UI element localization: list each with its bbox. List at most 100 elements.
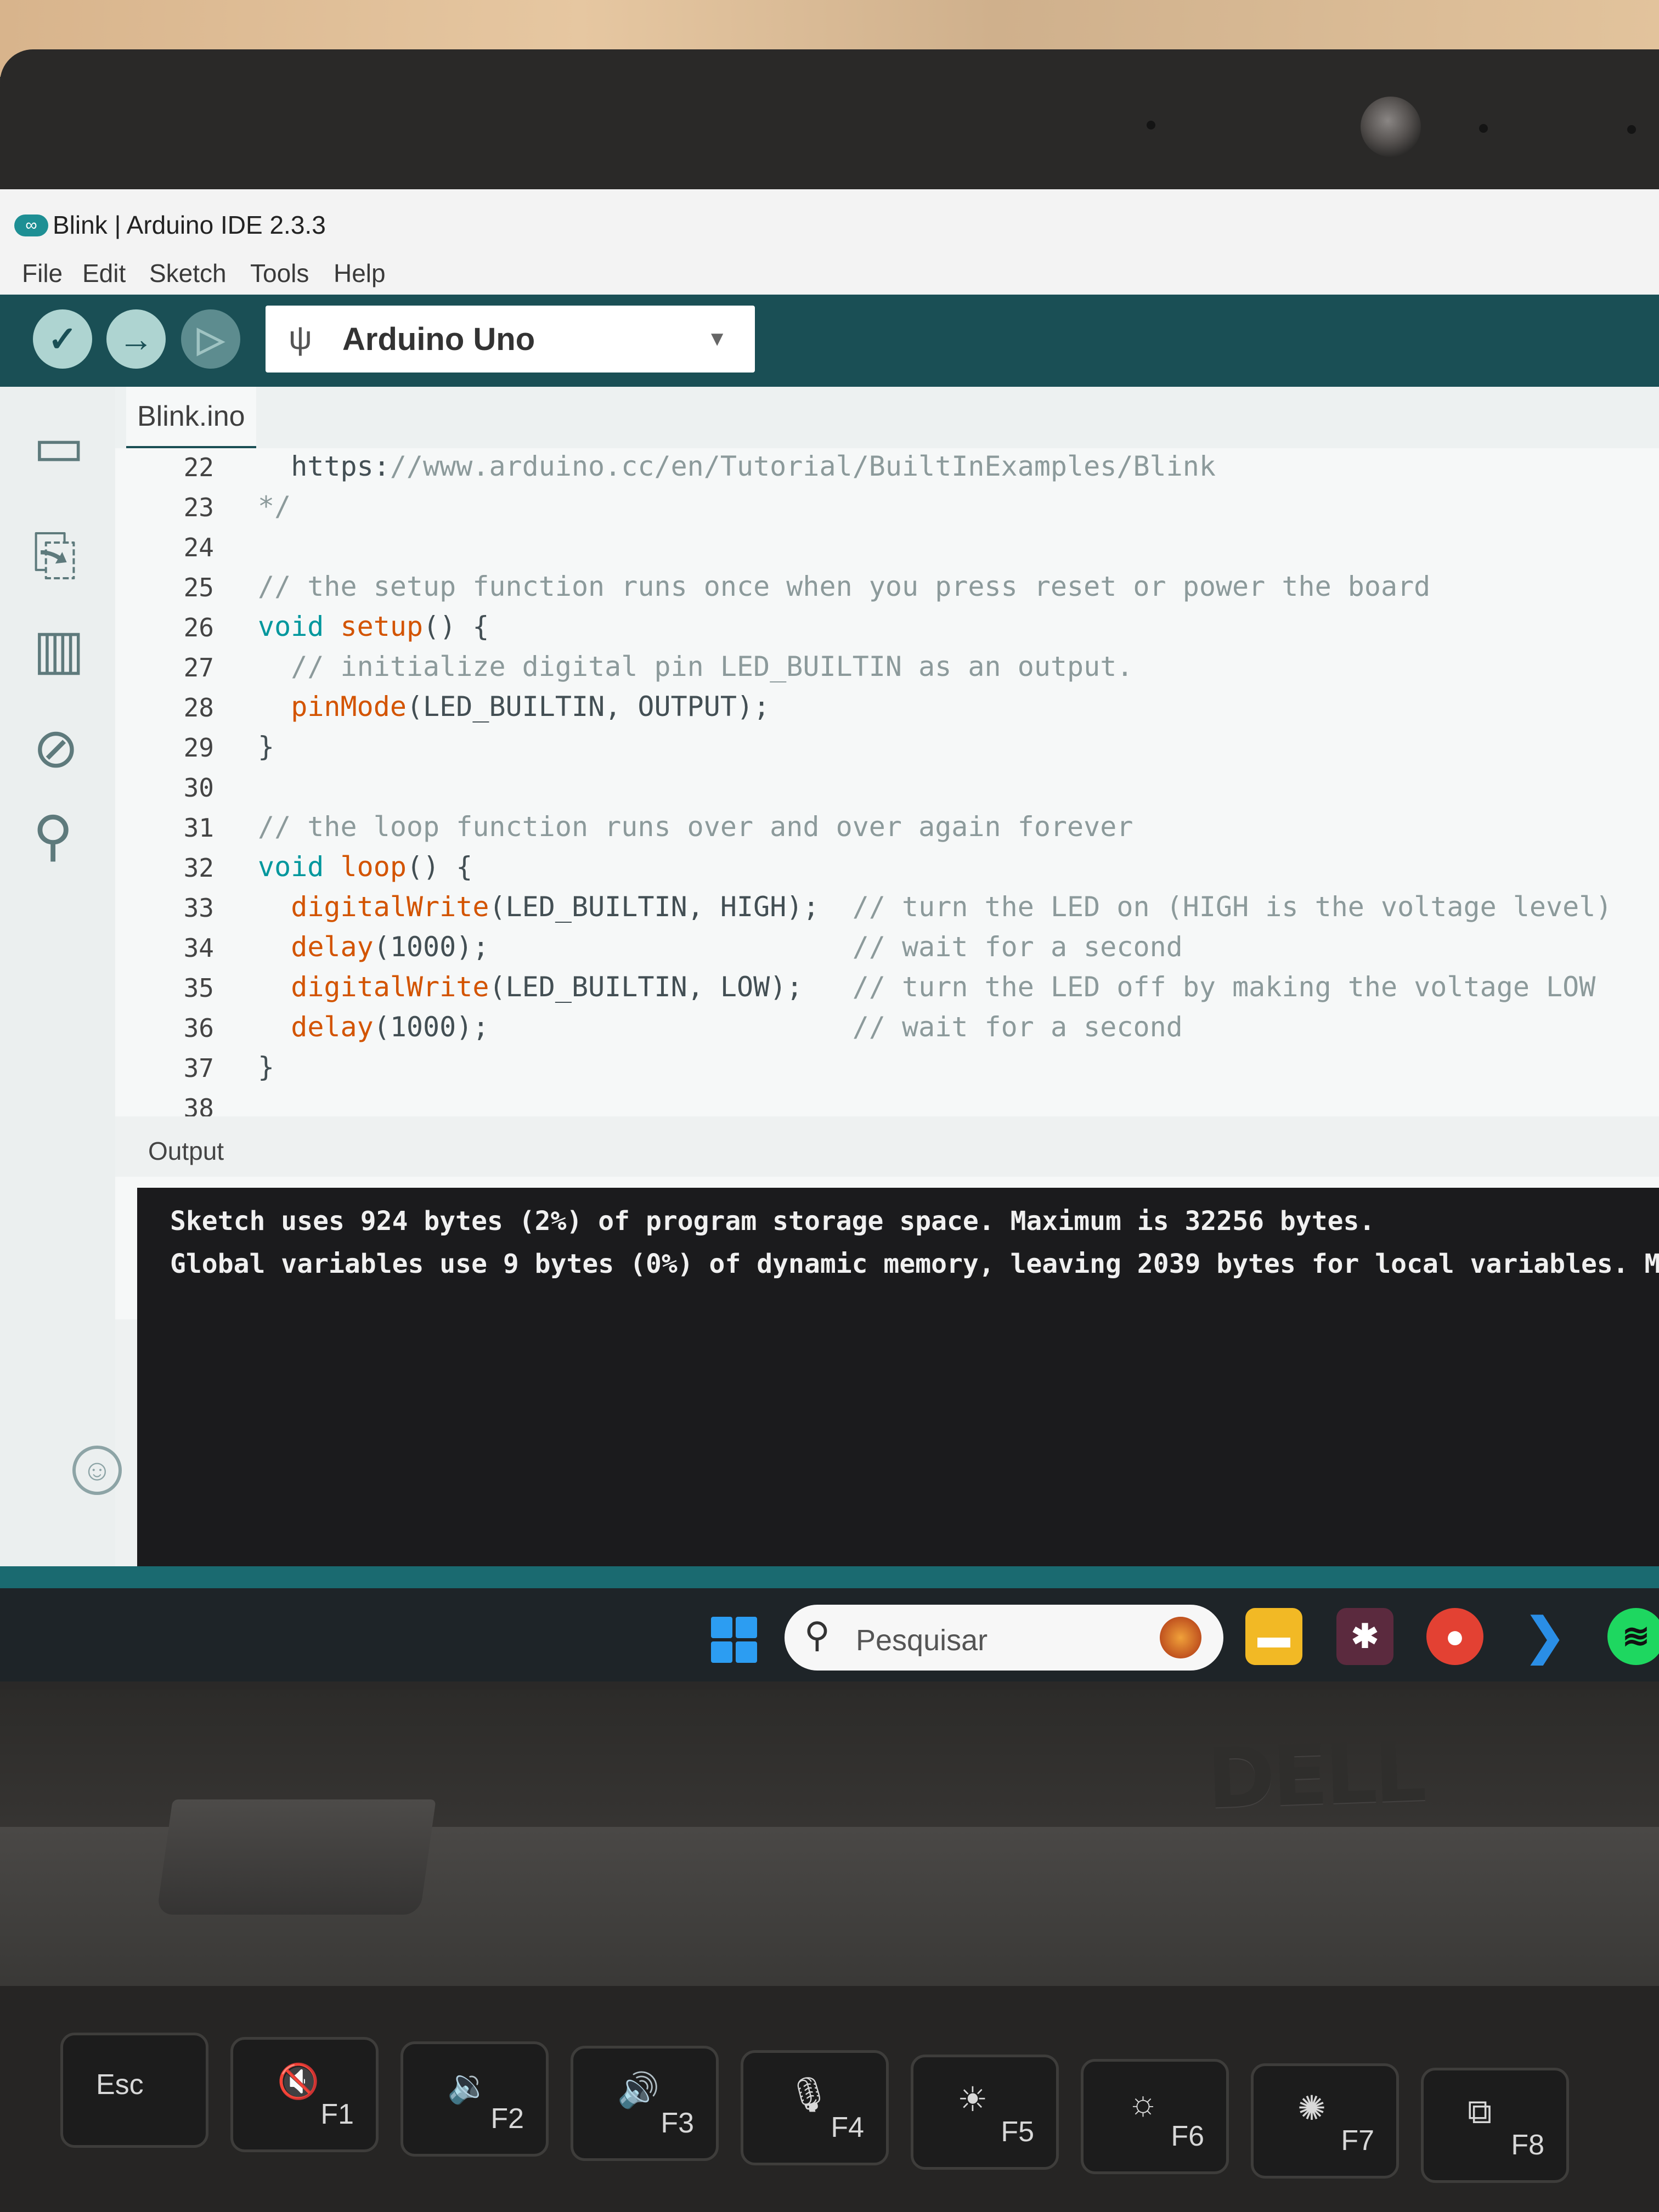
- slack-icon[interactable]: ✱: [1336, 1608, 1393, 1665]
- laptop-hinge: [156, 1799, 436, 1915]
- key-f6[interactable]: ☼ F6: [1081, 2059, 1229, 2174]
- line-number: 35: [183, 973, 214, 1003]
- key-label: F6: [1171, 2120, 1204, 2152]
- spotify-icon[interactable]: ≋: [1607, 1608, 1659, 1665]
- code-text: pinMode(LED_BUILTIN, OUTPUT);: [291, 691, 770, 723]
- code-line[interactable]: 37}: [115, 1049, 1659, 1087]
- code-line[interactable]: 27 // initialize digital pin LED_BUILTIN…: [115, 648, 1659, 687]
- camera-sensor-far: [1627, 125, 1636, 134]
- line-number: 31: [183, 813, 214, 843]
- search-icon[interactable]: ⚲: [33, 804, 73, 868]
- code-text: digitalWrite(LED_BUILTIN, LOW); // turn …: [291, 971, 1596, 1003]
- code-line[interactable]: 29}: [115, 729, 1659, 767]
- code-line[interactable]: 24: [115, 528, 1659, 567]
- output-panel-header: Output: [115, 1116, 1659, 1177]
- code-text: delay(1000); // wait for a second: [291, 931, 1183, 963]
- boards-manager-icon[interactable]: ⎘: [33, 524, 77, 588]
- usb-icon: ψ: [289, 319, 312, 356]
- line-number: 27: [183, 653, 214, 682]
- camera-sensor-left: [1147, 121, 1155, 129]
- code-line[interactable]: 31 // the loop function runs over and ove…: [115, 809, 1659, 847]
- key-f3[interactable]: 🔊 F3: [571, 2046, 719, 2161]
- key-f1[interactable]: 🔇 F1: [230, 2037, 379, 2152]
- key-f5[interactable]: ☀ F5: [911, 2055, 1059, 2170]
- line-number: 28: [183, 693, 214, 723]
- code-line[interactable]: 34 delay(1000); // wait for a second: [115, 929, 1659, 967]
- line-number: 22: [183, 453, 214, 482]
- key-label: Esc: [96, 2069, 144, 2101]
- line-number: 25: [183, 573, 214, 602]
- code-text: */: [258, 490, 291, 522]
- windows-start-icon[interactable]: [711, 1617, 757, 1663]
- line-number: 23: [183, 493, 214, 522]
- debug-icon[interactable]: ⊘: [33, 716, 79, 780]
- code-editor: Blink.ino 22 https://www.arduino.cc/en/T…: [115, 387, 1659, 1361]
- key-label: F2: [490, 2103, 524, 2135]
- key-symbol-icon: 🔉: [447, 2067, 490, 2105]
- code-line[interactable]: 33 digitalWrite(LED_BUILTIN, HIGH); // t…: [115, 889, 1659, 927]
- board-selector[interactable]: ψ Arduino Uno ▼: [266, 306, 755, 373]
- key-f4[interactable]: 🎙 F4: [741, 2050, 889, 2165]
- code-text: }: [258, 1051, 275, 1083]
- status-bar: [0, 1566, 1659, 1588]
- taskbar-search[interactable]: ⚲ Pesquisar: [785, 1605, 1223, 1671]
- key-label: F4: [831, 2112, 864, 2143]
- code-line[interactable]: 35 digitalWrite(LED_BUILTIN, LOW); // tu…: [115, 969, 1659, 1007]
- key-f2[interactable]: 🔉 F2: [400, 2041, 549, 2157]
- user-account-icon[interactable]: ☺: [72, 1446, 122, 1495]
- menu-sketch[interactable]: Sketch: [149, 258, 227, 288]
- line-number: 34: [183, 933, 214, 963]
- console-line: Global variables use 9 bytes (0%) of dyn…: [170, 1249, 1659, 1279]
- code-text: https://www.arduino.cc/en/Tutorial/Built…: [258, 450, 1216, 482]
- code-line[interactable]: 25 // the setup function runs once when y…: [115, 568, 1659, 607]
- code-line[interactable]: 28 pinMode(LED_BUILTIN, OUTPUT);: [115, 689, 1659, 727]
- menu-edit[interactable]: Edit: [82, 258, 126, 288]
- line-number: 30: [183, 773, 214, 803]
- code-text: delay(1000); // wait for a second: [291, 1011, 1183, 1043]
- code-line[interactable]: 26 void setup() {: [115, 608, 1659, 647]
- verify-button[interactable]: ✓: [33, 309, 92, 369]
- camera-sensor-right: [1479, 124, 1488, 133]
- line-number: 33: [183, 893, 214, 923]
- upload-button[interactable]: →: [106, 309, 166, 369]
- chevron-down-icon: ▼: [707, 328, 727, 351]
- search-placeholder: Pesquisar: [856, 1624, 988, 1657]
- debug-button[interactable]: ▷: [181, 309, 240, 369]
- folder-icon[interactable]: ▭: [33, 414, 84, 478]
- title-bar: ∞ Blink | Arduino IDE 2.3.3: [0, 189, 1659, 261]
- webcam: [1361, 97, 1421, 157]
- key-f7[interactable]: ✺ F7: [1251, 2063, 1399, 2179]
- code-line[interactable]: 23 */: [115, 488, 1659, 527]
- key-f8[interactable]: ⧉ F8: [1421, 2068, 1569, 2183]
- line-number: 32: [183, 853, 214, 883]
- code-text: }: [258, 731, 275, 763]
- code-line[interactable]: 30: [115, 769, 1659, 807]
- code-text: // the loop function runs over and over …: [258, 811, 1133, 843]
- line-number: 36: [183, 1013, 214, 1043]
- key-label: F1: [320, 2098, 354, 2130]
- code-text: // initialize digital pin LED_BUILTIN as…: [291, 651, 1133, 682]
- menu-help[interactable]: Help: [334, 258, 386, 288]
- library-manager-icon[interactable]: ▥: [33, 617, 84, 681]
- key-label: F5: [1001, 2116, 1034, 2148]
- menu-tools[interactable]: Tools: [250, 258, 309, 288]
- screen: ∞ Blink | Arduino IDE 2.3.3 File Edit Sk…: [0, 189, 1659, 1681]
- menu-bar: File Edit Sketch Tools Help: [0, 255, 1659, 294]
- menu-file[interactable]: File: [22, 258, 63, 288]
- key-esc[interactable]: Esc: [60, 2033, 208, 2148]
- code-text: // the setup function runs once when you…: [258, 571, 1431, 602]
- chrome-icon[interactable]: ●: [1426, 1608, 1483, 1665]
- key-symbol-icon: 🔊: [617, 2072, 660, 2109]
- tab-bar: Blink.ino: [115, 387, 1659, 448]
- line-number: 26: [183, 613, 214, 642]
- tab-blink-ino[interactable]: Blink.ino: [126, 387, 256, 448]
- code-line[interactable]: 32 void loop() {: [115, 849, 1659, 887]
- line-number: 24: [183, 533, 214, 562]
- vscode-icon[interactable]: ❯: [1516, 1608, 1573, 1665]
- key-symbol-icon: 🔇: [277, 2063, 320, 2101]
- output-console[interactable]: Sketch uses 924 bytes (2%) of program st…: [137, 1188, 1659, 1566]
- code-line[interactable]: 36 delay(1000); // wait for a second: [115, 1009, 1659, 1047]
- file-explorer-icon[interactable]: ▬: [1245, 1608, 1302, 1665]
- key-label: F3: [661, 2107, 694, 2139]
- code-line[interactable]: 22 https://www.arduino.cc/en/Tutorial/Bu…: [115, 448, 1659, 487]
